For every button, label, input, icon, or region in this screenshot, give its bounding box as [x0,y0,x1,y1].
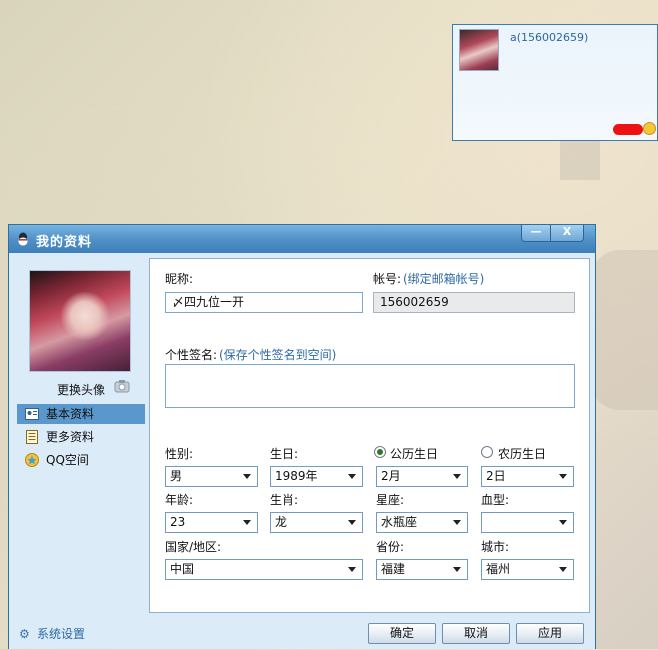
system-settings-label: 系统设置 [37,627,86,641]
blood-type-select[interactable] [481,512,574,533]
avatar[interactable] [29,270,131,372]
save-signature-link[interactable]: (保存个性签名到空间) [219,346,336,363]
gender-select[interactable]: 男 [165,466,258,487]
smiley-icon [643,122,656,135]
qzone-star-icon [25,453,39,467]
nickname-input[interactable]: 〆四九位一开 [165,292,363,313]
zodiac-select[interactable]: 龙 [270,512,363,533]
age-select[interactable]: 23 [165,512,258,533]
solar-calendar-radio[interactable] [374,446,386,458]
sidebar-item-qzone[interactable]: QQ空间 [17,450,145,470]
province-select[interactable]: 福建 [376,559,468,580]
sidebar-item-label: QQ空间 [46,453,89,467]
chevron-down-icon [559,567,567,572]
gender-value: 男 [170,469,183,483]
birthday-label: 生日: [270,447,299,461]
city-label: 城市: [481,540,510,554]
age-value: 23 [170,515,186,529]
signature-label: 个性签名: [165,348,218,362]
account-label: 帐号: [373,272,402,286]
bind-email-link[interactable]: (绑定邮箱帐号) [403,270,484,287]
account-field: 156002659 [373,292,575,313]
chevron-down-icon [453,567,461,572]
chevron-down-icon [453,520,461,525]
gender-label: 性别: [165,447,194,461]
chevron-down-icon [453,474,461,479]
birth-month-select[interactable]: 2月 [376,466,468,487]
nickname-label: 昵称: [165,272,194,286]
qq-penguin-icon [18,232,28,246]
birth-day-select[interactable]: 2日 [481,466,574,487]
birth-day-value: 2日 [486,469,506,483]
constellation-value: 水瓶座 [381,515,418,529]
gear-icon: ⚙ [19,627,30,641]
country-select[interactable]: 中国 [165,559,363,580]
age-label: 年龄: [165,493,194,507]
apply-button[interactable]: 应用 [516,623,584,644]
redaction-mark [613,124,643,135]
lunar-calendar-label[interactable]: 农历生日 [498,445,546,462]
contact-avatar[interactable] [459,29,499,71]
sidebar: 更换头像 基本资料 更多资料 QQ空间 [9,253,149,613]
system-settings-link[interactable]: ⚙ 系统设置 [19,625,85,642]
sidebar-item-label: 更多资料 [46,430,95,444]
document-icon [26,430,38,444]
zodiac-value: 龙 [275,515,288,529]
chevron-down-icon [348,567,356,572]
bottom-bar: ⚙ 系统设置 确定 取消 应用 [9,613,595,650]
zodiac-label: 生肖: [270,493,299,507]
birth-year-value: 1989年 [275,469,318,483]
ok-button[interactable]: 确定 [368,623,436,644]
camera-icon[interactable] [113,377,131,395]
lunar-calendar-radio[interactable] [481,446,493,458]
basic-info-panel: 昵称: 〆四九位一开 帐号: (绑定邮箱帐号) 156002659 个性签名: … [149,258,590,613]
contact-name[interactable]: a(156002659) [510,31,588,44]
sidebar-item-label: 基本资料 [46,407,95,421]
constellation-select[interactable]: 水瓶座 [376,512,468,533]
province-label: 省份: [376,540,405,554]
birth-year-select[interactable]: 1989年 [270,466,363,487]
chevron-down-icon [348,520,356,525]
id-card-icon [25,408,39,420]
cancel-button[interactable]: 取消 [442,623,510,644]
constellation-label: 星座: [376,493,405,507]
close-button[interactable]: X [550,225,584,242]
birth-month-value: 2月 [381,469,401,483]
sidebar-item-basic-info[interactable]: 基本资料 [17,404,145,424]
country-value: 中国 [170,562,195,576]
change-avatar-link[interactable]: 更换头像 [57,381,105,398]
title-bar[interactable]: 我的资料 — X [9,225,595,253]
contact-notification[interactable]: a(156002659) [452,24,658,141]
blood-type-label: 血型: [481,493,510,507]
chevron-down-icon [243,474,251,479]
desktop-background-shape [590,250,658,410]
minimize-button[interactable]: — [521,225,551,242]
my-profile-window: 我的资料 — X 更换头像 基本资料 更多资料 QQ空间 昵称: 〆四九位一开 … [8,224,596,649]
chevron-down-icon [243,520,251,525]
signature-textarea[interactable] [165,364,575,408]
province-value: 福建 [381,562,406,576]
window-title: 我的资料 [36,235,93,250]
country-label: 国家/地区: [165,540,222,554]
chevron-down-icon [348,474,356,479]
sidebar-item-more-info[interactable]: 更多资料 [17,427,145,447]
solar-calendar-label[interactable]: 公历生日 [390,445,438,462]
city-select[interactable]: 福州 [481,559,574,580]
city-value: 福州 [486,562,511,576]
chevron-down-icon [559,520,567,525]
desktop-background-shape [560,140,600,180]
chevron-down-icon [559,474,567,479]
